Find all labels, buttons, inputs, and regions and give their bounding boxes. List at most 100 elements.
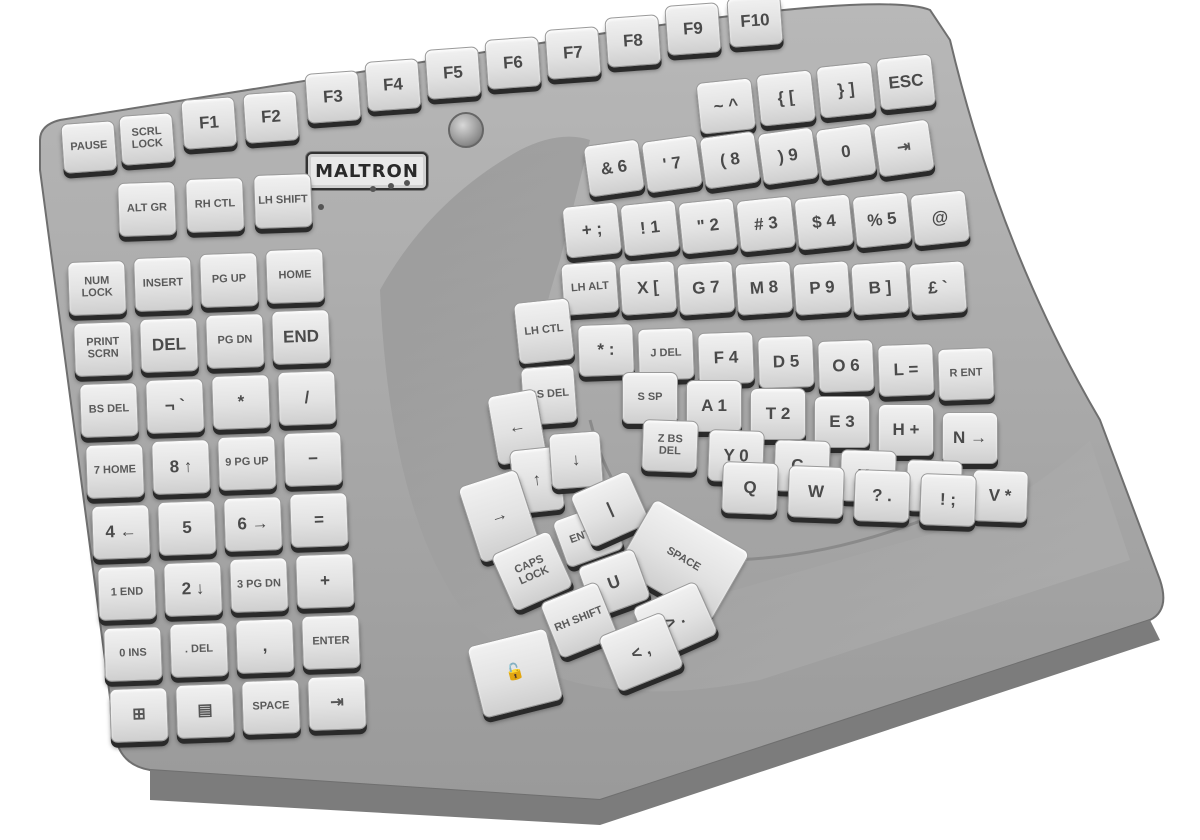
key-o-6[interactable]: O 6	[817, 339, 875, 393]
key-f4[interactable]: F4	[364, 58, 422, 112]
key-symbol[interactable]: ¬ `	[145, 378, 205, 434]
key-label: PG UP	[211, 272, 247, 286]
key-0-ins[interactable]: 0 INS	[103, 626, 163, 682]
key-p-9[interactable]: P 9	[792, 260, 852, 316]
key-label: END	[282, 326, 320, 347]
mouse-knob[interactable]	[448, 112, 484, 148]
key-1[interactable]: ! 1	[619, 199, 681, 257]
key-2[interactable]: 2 ↓	[163, 561, 223, 617]
key-5[interactable]: 5	[157, 500, 217, 556]
key-s-sp[interactable]: S SP	[622, 372, 678, 424]
key-label: O 6	[831, 355, 861, 376]
key-label: 5	[181, 517, 193, 538]
key-g-7[interactable]: G 7	[676, 260, 736, 316]
key-print-scrn[interactable]: PRINT SCRN	[73, 321, 133, 377]
key-f3[interactable]: F3	[304, 70, 362, 124]
key-x[interactable]: X [	[618, 260, 678, 316]
key-symbol[interactable]: =	[289, 492, 349, 548]
key-7-home[interactable]: 7 HOME	[85, 443, 145, 499]
key-f1[interactable]: F1	[180, 96, 238, 150]
key-8[interactable]: ( 8	[698, 130, 762, 190]
key-label: ( 8	[718, 148, 742, 171]
indicator-led	[388, 183, 394, 189]
key-rh-ctl[interactable]: RH CTL	[185, 177, 245, 233]
key-symbol[interactable]: ~ ^	[695, 77, 757, 135]
key-h[interactable]: H +	[878, 404, 934, 456]
key-win-icon[interactable]: ⊞	[109, 687, 169, 743]
key-w[interactable]: W	[787, 465, 845, 519]
indicator-led	[318, 204, 324, 210]
key-symbol[interactable]: /	[277, 370, 337, 426]
key-3[interactable]: # 3	[735, 195, 797, 253]
key-f5[interactable]: F5	[424, 46, 482, 100]
key-num-lock[interactable]: NUM LOCK	[67, 260, 127, 316]
key-label: NUM LOCK	[81, 275, 113, 300]
key-v[interactable]: V *	[971, 469, 1029, 523]
key-0[interactable]: 0	[814, 122, 878, 182]
key-pg-up[interactable]: PG UP	[199, 252, 259, 308]
key-scrl-lock[interactable]: SCRL LOCK	[118, 112, 176, 166]
key-d-5[interactable]: D 5	[757, 335, 815, 389]
key-space[interactable]: SPACE	[241, 679, 301, 735]
key-pg-dn[interactable]: PG DN	[205, 313, 265, 369]
key-symbol[interactable]: +	[295, 553, 355, 609]
key-f10[interactable]: F10	[726, 0, 784, 48]
key-symbol[interactable]: *	[211, 374, 271, 430]
key-symbol[interactable]: } ]	[815, 61, 877, 119]
key-9[interactable]: ) 9	[756, 126, 820, 186]
key-label: BS DEL	[88, 402, 130, 416]
key-label: SPACE	[252, 699, 290, 713]
key-f6[interactable]: F6	[484, 36, 542, 90]
key-home[interactable]: HOME	[265, 248, 325, 304]
key-7[interactable]: ' 7	[640, 134, 704, 194]
key-q[interactable]: Q	[721, 461, 779, 515]
key-4[interactable]: 4 ←	[91, 504, 151, 560]
key-f9[interactable]: F9	[664, 2, 722, 56]
key-m-8[interactable]: M 8	[734, 260, 794, 316]
key-end[interactable]: END	[271, 309, 331, 365]
key-f-4[interactable]: F 4	[697, 331, 755, 385]
key-n[interactable]: N →	[942, 412, 998, 464]
key-symbol[interactable]: * :	[577, 323, 635, 377]
key-lh-shift[interactable]: LH SHIFT	[253, 173, 313, 229]
key-tab-icon[interactable]: ⇥	[872, 118, 936, 178]
key-bs-del[interactable]: BS DEL	[79, 382, 139, 438]
key-symbol[interactable]: + ;	[561, 201, 623, 259]
key-6[interactable]: 6 →	[223, 496, 283, 552]
key-r-ent[interactable]: R ENT	[937, 347, 995, 401]
key-enter[interactable]: ENTER	[301, 614, 361, 670]
key-l[interactable]: L =	[877, 343, 935, 397]
key-b[interactable]: B ]	[850, 260, 910, 316]
key-4[interactable]: $ 4	[793, 193, 855, 251]
key-alt-gr[interactable]: ALT GR	[117, 181, 177, 237]
key-lh-ctl[interactable]: LH CTL	[512, 297, 576, 365]
key-f7[interactable]: F7	[544, 26, 602, 80]
key-5[interactable]: % 5	[851, 191, 913, 249]
key-symbol[interactable]: −	[283, 431, 343, 487]
key-symbol[interactable]: ! ;	[919, 473, 977, 527]
key-8[interactable]: 8 ↑	[151, 439, 211, 495]
key-label: =	[313, 509, 325, 530]
key-symbol[interactable]: ,	[235, 618, 295, 674]
key-symbol[interactable]: @	[909, 189, 971, 247]
key-symbol[interactable]: { [	[755, 69, 817, 127]
key-pause[interactable]: PAUSE	[60, 120, 118, 174]
key-symbol[interactable]: ? .	[853, 469, 911, 523]
key-tab-icon[interactable]: ⇥	[307, 675, 367, 731]
key-menu-icon[interactable]: ▤	[175, 683, 235, 739]
key-z-bs-del[interactable]: Z BS DEL	[641, 419, 699, 473]
key-2[interactable]: " 2	[677, 197, 739, 255]
key-f8[interactable]: F8	[604, 14, 662, 68]
key-esc[interactable]: ESC	[875, 53, 937, 111]
key-3-pg-dn[interactable]: 3 PG DN	[229, 557, 289, 613]
key-insert[interactable]: INSERT	[133, 256, 193, 312]
key-del[interactable]: DEL	[139, 317, 199, 373]
key-symbol[interactable]: ↓	[548, 430, 604, 490]
key-9-pg-up[interactable]: 9 PG UP	[217, 435, 277, 491]
key-del[interactable]: . DEL	[169, 622, 229, 678]
key-6[interactable]: & 6	[582, 138, 646, 198]
key-f2[interactable]: F2	[242, 90, 300, 144]
key-symbol[interactable]: £ `	[908, 260, 968, 316]
tab-icon: ⇥	[896, 137, 912, 157]
key-1-end[interactable]: 1 END	[97, 565, 157, 621]
